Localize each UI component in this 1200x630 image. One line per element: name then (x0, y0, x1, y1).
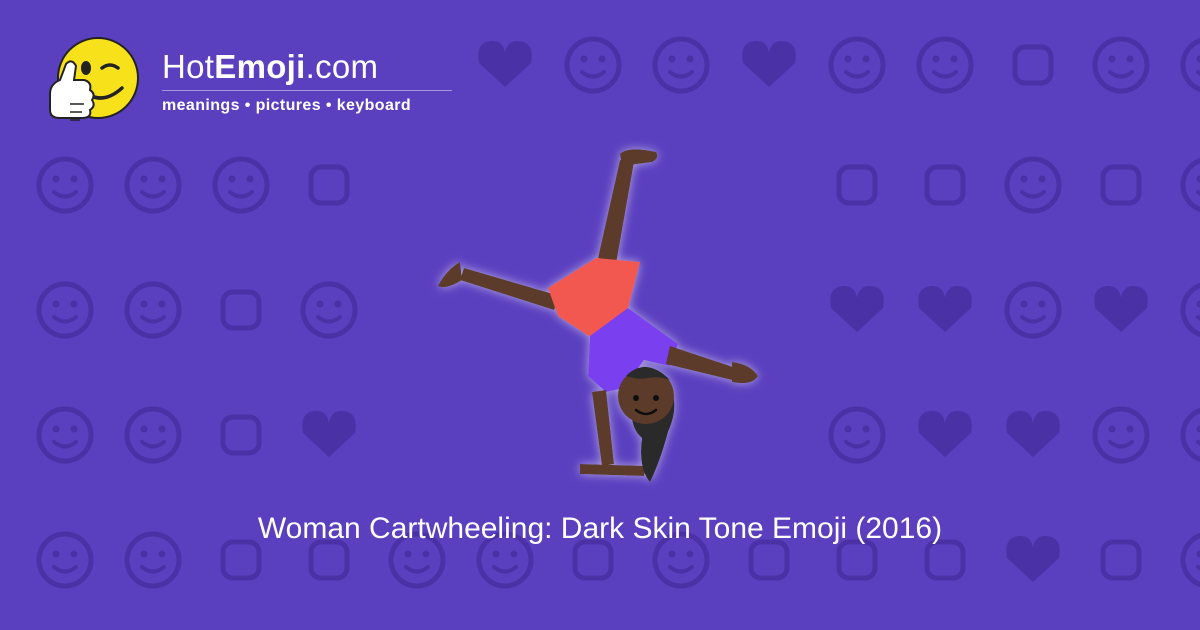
kissing-face-icon (652, 36, 710, 94)
rose-icon (748, 539, 790, 581)
site-logo[interactable]: HotEmoji.com meanings • pictures • keybo… (40, 34, 470, 134)
music-notes-icon (924, 164, 966, 206)
thumbs-up-winking-face-icon (49, 37, 139, 121)
victory-hand-icon (1100, 164, 1142, 206)
striped-heart-icon (830, 286, 884, 332)
frowning-face-icon (36, 406, 94, 464)
ok-hand-icon (1012, 44, 1054, 86)
heart-arrow-icon (302, 411, 356, 457)
grimacing-face-icon (212, 156, 270, 214)
weary-face-icon (916, 36, 974, 94)
smirking-face-icon (36, 156, 94, 214)
see-no-evil-monkey-icon (1004, 156, 1062, 214)
smiling-face-icon (124, 406, 182, 464)
brand-name: HotEmoji.com (162, 48, 378, 86)
confused-face-icon (1004, 281, 1062, 339)
brand-bold: Emoji (214, 48, 306, 85)
winking-face-icon (564, 36, 622, 94)
monkey-icon (1092, 406, 1150, 464)
check-mark-icon (1100, 539, 1142, 581)
heart-eyes-face-icon (478, 41, 532, 87)
raised-hands-icon (220, 414, 262, 456)
weary-face-icon (828, 406, 886, 464)
party-popper-icon (572, 539, 614, 581)
grinning-face-icon (124, 281, 182, 339)
two-hearts-icon (742, 41, 796, 87)
left-arrow-icon (220, 539, 262, 581)
woman-cartwheeling-dark-skin-tone-icon (438, 149, 758, 482)
revolving-hearts-icon (918, 411, 972, 457)
brand-prefix: Hot (162, 48, 215, 85)
disappointed-face-icon (36, 281, 94, 339)
tagline: meanings • pictures • keyboard (162, 97, 412, 114)
sparkles-icon (220, 289, 262, 331)
relieved-face-icon (124, 156, 182, 214)
sun-icon (836, 539, 878, 581)
tongue-wink-face-icon (1180, 282, 1200, 338)
fire-icon (308, 539, 350, 581)
striped-heart-icon (1094, 286, 1148, 332)
brand-suffix: .com (305, 48, 379, 85)
emoji-title: Woman Cartwheeling: Dark Skin Tone Emoji… (257, 512, 943, 545)
heart-icon (1006, 411, 1060, 457)
sleeping-face-icon (1180, 157, 1200, 213)
raising-hands-icon (836, 164, 878, 206)
grinning-face-icon (300, 281, 358, 339)
scream-face-icon (1180, 407, 1200, 463)
broken-heart-icon (918, 286, 972, 332)
flexed-biceps-icon (924, 539, 966, 581)
brand-divider (162, 90, 452, 91)
smiling-face-icon (828, 36, 886, 94)
expressionless-face-icon (1092, 36, 1150, 94)
eyes-icon (1180, 37, 1200, 93)
recycle-icon (308, 164, 350, 206)
